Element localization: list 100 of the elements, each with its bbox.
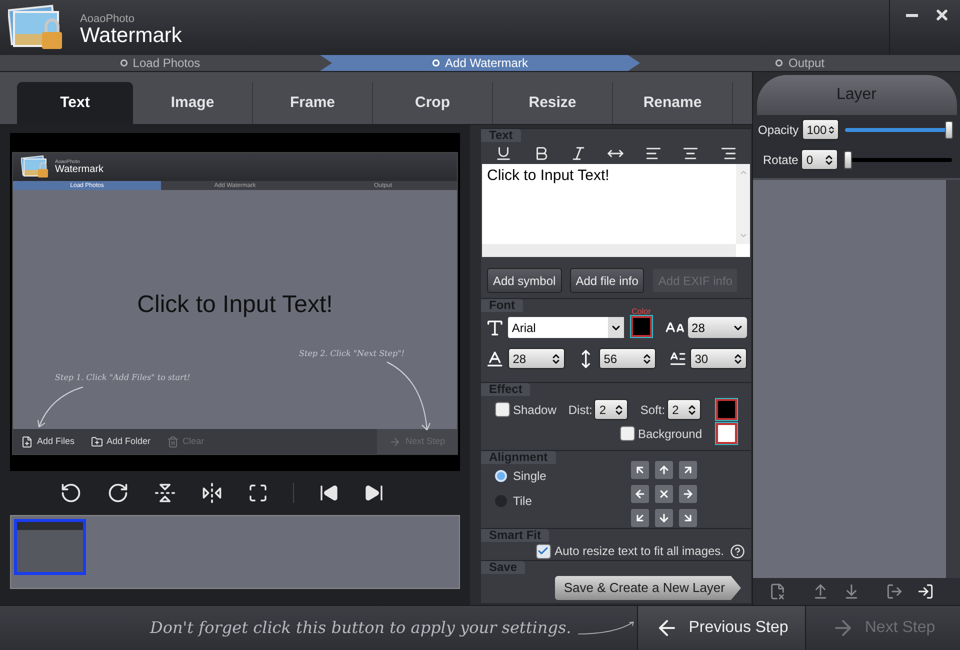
radio-label: Single (513, 468, 546, 485)
line-height-spinner[interactable]: 56 (598, 348, 656, 369)
toolbar-icon (389, 436, 402, 448)
radio-button[interactable] (495, 470, 507, 482)
step-tab[interactable]: Load Photos (0, 55, 320, 71)
circle-icon (120, 59, 128, 67)
arrow-icon (658, 512, 670, 524)
width-spinner[interactable]: 28 (508, 348, 565, 369)
position-button[interactable] (631, 461, 649, 479)
flip-vertical-icon[interactable] (154, 482, 176, 504)
arrow-icon (682, 488, 694, 500)
tab[interactable]: Rename (613, 82, 733, 124)
radio-label: Tile (513, 493, 532, 510)
import-icon[interactable] (917, 583, 934, 600)
font-dropdown[interactable]: Arial (508, 317, 624, 338)
tab[interactable]: Text (17, 82, 133, 124)
toolbar-icon (21, 436, 33, 448)
circle-icon (775, 59, 784, 67)
auto-resize-checkbox[interactable] (536, 544, 551, 558)
slider-thumb[interactable] (844, 150, 852, 168)
shadow-label: Shadow (513, 402, 556, 418)
arrow-icon (682, 512, 694, 524)
rotate-left-icon[interactable] (60, 482, 82, 504)
hint-text: Don't forget click this button to apply your settings. (150, 617, 572, 639)
color-label: Color (632, 306, 651, 316)
scrollbar[interactable] (946, 180, 960, 578)
thumbnail[interactable] (14, 519, 86, 575)
minimize-icon (906, 14, 918, 16)
color-swatch[interactable] (630, 316, 652, 336)
app-title: Watermark (55, 164, 104, 174)
arrow-icon (658, 488, 670, 500)
position-button[interactable] (631, 485, 649, 503)
underline-icon[interactable] (495, 144, 512, 162)
arrow-icon (682, 464, 694, 476)
hint-text: Step 1. Click "Add Files" to start! (55, 372, 190, 384)
scroll-down-icon (738, 231, 748, 240)
curved-arrow-drawing (35, 385, 85, 430)
position-button[interactable] (655, 509, 673, 527)
spacing-spinner[interactable]: 30 (690, 348, 748, 369)
move-up-icon[interactable] (812, 583, 829, 600)
export-icon[interactable] (886, 583, 903, 600)
hint-text: Step 2. Click "Next Step"! (299, 348, 405, 360)
help-icon[interactable] (730, 544, 745, 558)
rotate-spinner[interactable]: 0 (801, 149, 838, 170)
rotate-right-icon[interactable] (107, 482, 129, 504)
action-button[interactable]: Add file info (570, 268, 644, 293)
tab[interactable]: Crop (373, 82, 493, 124)
position-button[interactable] (679, 485, 697, 503)
toolbar-button[interactable]: Add Files (13, 429, 83, 454)
position-button[interactable] (655, 485, 673, 503)
first-icon[interactable] (319, 483, 339, 503)
toolbar-icon (90, 436, 103, 448)
font-size-dropdown[interactable]: 28 (688, 317, 748, 338)
delete-layer-icon[interactable] (769, 583, 786, 600)
circle-icon (432, 59, 440, 67)
text-input-field[interactable]: Click to Input Text! (482, 164, 750, 257)
layer-header: Layer (756, 75, 956, 115)
arrow-icon (634, 512, 646, 524)
soft-spinner[interactable]: 2 (667, 399, 702, 420)
app-title: Watermark (80, 24, 182, 46)
slider[interactable] (844, 150, 952, 168)
previous-step-button[interactable]: Previous Step (637, 606, 805, 650)
flip-horizontal-icon[interactable] (201, 482, 223, 504)
shadow-checkbox[interactable] (495, 402, 510, 417)
background-label: Background (638, 426, 702, 442)
position-button[interactable] (679, 509, 697, 527)
tab[interactable]: Image (133, 82, 253, 124)
dist-spinner[interactable]: 2 (594, 399, 628, 420)
position-button[interactable] (631, 509, 649, 527)
scrollbar[interactable] (482, 244, 736, 257)
action-button[interactable]: Add symbol (487, 268, 562, 293)
tab[interactable]: Resize (493, 82, 613, 124)
soft-label: Soft: (640, 402, 666, 418)
brand-text: AoaoPhoto (80, 14, 136, 24)
slider-thumb[interactable] (944, 120, 953, 138)
arrow-icon (634, 464, 646, 476)
opacity-label: Opacity (758, 122, 799, 138)
background-checkbox[interactable] (620, 426, 635, 441)
position-button[interactable] (679, 461, 697, 479)
position-button[interactable] (655, 461, 673, 479)
scrollbar[interactable] (736, 164, 750, 244)
fit-icon[interactable] (248, 483, 268, 503)
spin-arrows-icon (826, 124, 836, 136)
rotate-label: Rotate (763, 152, 798, 168)
arrow-icon (658, 464, 670, 476)
toolbar-button[interactable]: Add Folder (82, 429, 159, 454)
auto-resize-label: Auto resize text to fit all images. (554, 543, 724, 560)
step-tab[interactable]: Output (640, 55, 960, 71)
toolbar-icon (166, 436, 179, 448)
last-icon[interactable] (364, 483, 384, 503)
photos-lock-icon (21, 155, 51, 179)
background-color-swatch[interactable] (716, 423, 737, 444)
slider[interactable] (844, 120, 953, 138)
opacity-spinner[interactable]: 100 (802, 119, 839, 140)
save-layer-button[interactable]: Save & Create a New Layer (554, 576, 741, 600)
radio-button[interactable] (495, 495, 507, 507)
move-down-icon[interactable] (843, 583, 860, 600)
step-tab[interactable]: Add Watermark (320, 55, 640, 71)
tab[interactable]: Frame (253, 82, 373, 124)
shadow-color-swatch[interactable] (716, 399, 737, 420)
